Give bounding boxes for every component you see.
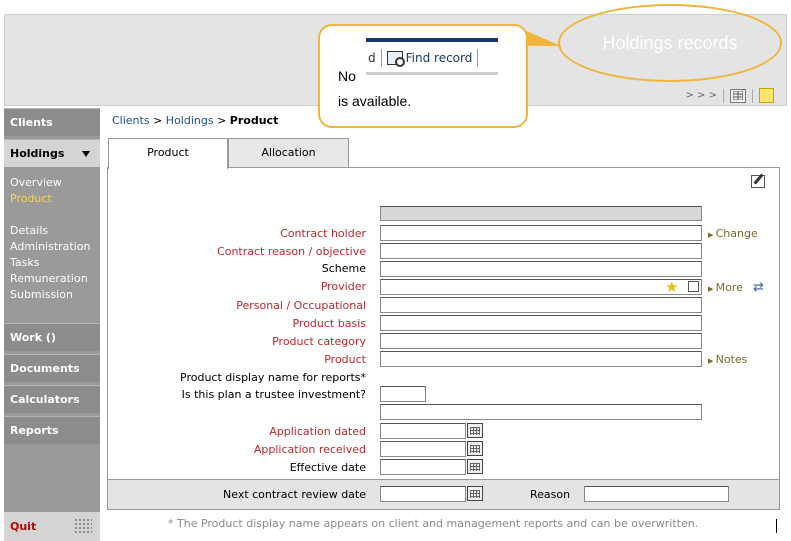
header-field bbox=[380, 206, 702, 221]
sidebar-item-clients[interactable]: Clients bbox=[4, 108, 100, 136]
sidebar-sub-tasks[interactable]: Tasks bbox=[4, 255, 100, 271]
snippet-separator bbox=[477, 49, 479, 67]
header-nav: > > > bbox=[686, 88, 774, 103]
sidebar-item-label: Documents bbox=[10, 362, 80, 375]
tab-allocation[interactable]: Allocation bbox=[228, 138, 349, 168]
contract-holder-label: Contract holder bbox=[280, 227, 366, 240]
quit-button[interactable]: Quit bbox=[4, 512, 100, 541]
sidebar-item-reports[interactable]: Reports bbox=[4, 416, 100, 444]
application-dated-field[interactable] bbox=[380, 423, 466, 439]
sidebar-item-calculators[interactable]: Calculators bbox=[4, 385, 100, 413]
sidebar-sub-submission[interactable]: Submission bbox=[4, 287, 100, 303]
tab-product[interactable]: Product bbox=[108, 138, 228, 169]
breadcrumb-clients[interactable]: Clients bbox=[112, 114, 150, 127]
application-received-field[interactable] bbox=[380, 441, 466, 457]
product-basis-field[interactable] bbox=[380, 315, 702, 331]
breadcrumb-current: Product bbox=[229, 114, 279, 127]
nav-separator bbox=[723, 88, 724, 103]
product-basis-label: Product basis bbox=[292, 317, 366, 330]
find-record-label: Find record bbox=[405, 51, 473, 65]
snippet-bar bbox=[366, 38, 498, 42]
text-cursor bbox=[776, 519, 777, 533]
product-form-panel: Contract holder Change Contract reason /… bbox=[107, 167, 780, 510]
blank-field[interactable] bbox=[380, 404, 702, 420]
sidebar-item-label: Work () bbox=[10, 331, 56, 344]
provider-field[interactable] bbox=[380, 279, 702, 295]
callout-line-2: is available. bbox=[338, 93, 412, 109]
quit-label: Quit bbox=[10, 520, 37, 533]
scheme-field[interactable] bbox=[380, 261, 702, 277]
calendar-icon[interactable] bbox=[467, 441, 483, 456]
product-label: Product bbox=[324, 353, 366, 366]
effective-date-field[interactable] bbox=[380, 459, 466, 475]
callout-bubble: d Find record No is available. bbox=[318, 24, 528, 128]
breadcrumb-sep: > bbox=[213, 114, 230, 127]
sidebar-item-label: Calculators bbox=[10, 393, 80, 406]
edit-icon[interactable] bbox=[751, 175, 765, 188]
next-review-label: Next contract review date bbox=[223, 488, 366, 501]
provider-checkbox[interactable] bbox=[688, 281, 699, 292]
sidebar-sub-remuneration[interactable]: Remuneration bbox=[4, 271, 100, 287]
trustee-label: Is this plan a trustee investment? bbox=[181, 388, 366, 401]
snippet-partial-text: d bbox=[368, 51, 376, 65]
review-row: Next contract review date Reason bbox=[108, 479, 779, 509]
contract-holder-field[interactable] bbox=[380, 225, 702, 241]
trustee-field[interactable] bbox=[380, 386, 426, 402]
grip-icon bbox=[74, 518, 92, 534]
sticky-note-icon[interactable] bbox=[759, 88, 774, 103]
personal-occupational-label: Personal / Occupational bbox=[236, 299, 366, 312]
sidebar: Clients Holdings Overview Product Detail… bbox=[4, 108, 100, 541]
sidebar-item-holdings[interactable]: Holdings bbox=[4, 139, 100, 167]
personal-occupational-field[interactable] bbox=[380, 297, 702, 313]
contract-reason-field[interactable] bbox=[380, 243, 702, 259]
sidebar-sub-administration[interactable]: Administration bbox=[4, 239, 100, 255]
swap-icon[interactable]: ⇄ bbox=[753, 280, 764, 295]
sidebar-sub-overview[interactable]: Overview bbox=[4, 175, 100, 191]
calendar-icon[interactable] bbox=[467, 459, 483, 474]
tab-label: Product bbox=[147, 146, 189, 159]
sidebar-submenu: Overview Product Details Administration … bbox=[4, 175, 100, 303]
sidebar-item-documents[interactable]: Documents bbox=[4, 354, 100, 382]
holdings-records-label: Holdings records bbox=[602, 32, 738, 53]
sidebar-item-label: Holdings bbox=[10, 147, 65, 160]
sidebar-sub-details[interactable]: Details bbox=[4, 223, 100, 239]
callout-text: No is available. bbox=[338, 64, 411, 114]
chevron-down-icon bbox=[82, 151, 90, 157]
calendar-icon[interactable] bbox=[467, 423, 483, 438]
reason-field[interactable] bbox=[584, 486, 729, 502]
tab-label: Allocation bbox=[261, 146, 316, 159]
breadcrumb-holdings[interactable]: Holdings bbox=[166, 114, 214, 127]
sidebar-item-label: Reports bbox=[10, 424, 59, 437]
star-icon[interactable]: ★ bbox=[665, 280, 678, 295]
scheme-label: Scheme bbox=[321, 262, 366, 275]
notes-link[interactable]: Notes bbox=[708, 353, 748, 366]
more-link[interactable]: More bbox=[708, 281, 743, 294]
product-category-field[interactable] bbox=[380, 333, 702, 349]
effective-date-label: Effective date bbox=[289, 461, 366, 474]
provider-label: Provider bbox=[320, 280, 366, 293]
reason-label: Reason bbox=[530, 488, 571, 501]
product-category-label: Product category bbox=[272, 335, 366, 348]
sidebar-sub-product[interactable]: Product bbox=[4, 191, 100, 207]
next-review-field[interactable] bbox=[380, 486, 466, 502]
change-link[interactable]: Change bbox=[708, 227, 758, 240]
nav-arrows[interactable]: > > > bbox=[686, 90, 718, 101]
display-name-label: Product display name for reports* bbox=[180, 371, 366, 384]
find-record-icon bbox=[386, 51, 405, 67]
calendar-icon[interactable] bbox=[467, 486, 483, 501]
application-received-label: Application received bbox=[253, 443, 366, 456]
sidebar-item-work[interactable]: Work () bbox=[4, 323, 100, 351]
breadcrumb: Clients > Holdings > Product bbox=[112, 114, 278, 127]
grid-icon[interactable] bbox=[730, 88, 746, 103]
contract-reason-label: Contract reason / objective bbox=[217, 245, 366, 258]
callout-line-1: No bbox=[338, 68, 356, 84]
product-field[interactable] bbox=[380, 351, 702, 367]
breadcrumb-sep: > bbox=[149, 114, 166, 127]
holdings-records-highlight: Holdings records bbox=[558, 4, 782, 82]
application-dated-label: Application dated bbox=[269, 425, 366, 438]
sidebar-item-label: Clients bbox=[10, 116, 53, 129]
footnote: * The Product display name appears on cl… bbox=[168, 517, 699, 530]
nav-separator bbox=[752, 88, 753, 103]
